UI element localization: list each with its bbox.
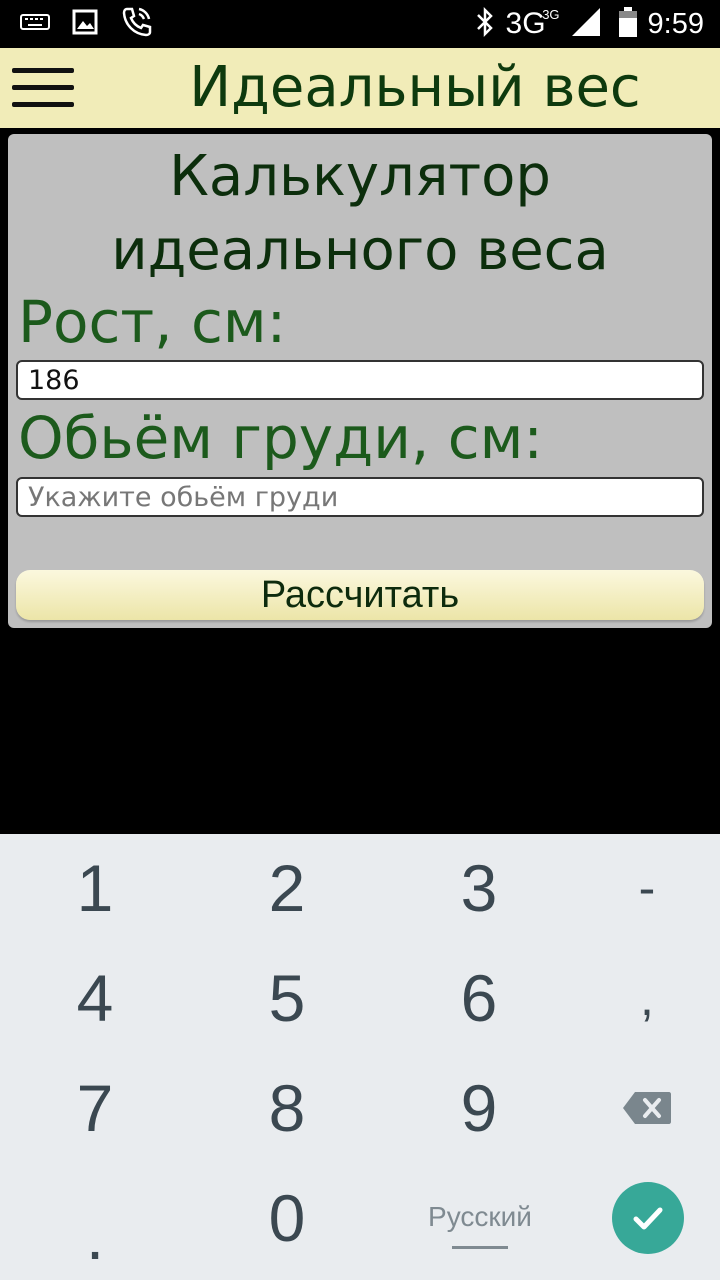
card-title-line2: идеального веса [111, 218, 609, 283]
key-dot[interactable]: . [20, 1168, 170, 1273]
calculator-card: Калькулятор идеального веса Рост, см: Об… [8, 134, 712, 628]
key-2[interactable]: 2 [212, 838, 362, 938]
key-dot-label: . [85, 1199, 105, 1273]
height-input[interactable] [16, 360, 704, 400]
key-7[interactable]: 7 [20, 1058, 170, 1158]
calculate-button[interactable]: Рассчитать [16, 570, 704, 620]
network-type: 3G 3G [505, 7, 560, 40]
status-right-icons: 3G 3G 9:59 [474, 6, 704, 42]
app-title: Идеальный вес [189, 55, 641, 120]
key-8[interactable]: 8 [212, 1058, 362, 1158]
chest-input[interactable] [16, 477, 704, 517]
card-title: Калькулятор идеального веса [8, 140, 712, 288]
status-bar: 3G 3G 9:59 [0, 0, 720, 48]
key-0[interactable]: 0 [212, 1168, 362, 1268]
battery-icon [618, 6, 638, 42]
key-comma[interactable]: , [572, 948, 720, 1048]
key-3[interactable]: 3 [404, 838, 554, 938]
key-6[interactable]: 6 [404, 948, 554, 1048]
chest-label: Обьём груди, см: [18, 404, 543, 472]
keyboard-icon [20, 12, 50, 36]
key-9[interactable]: 9 [404, 1058, 554, 1158]
numeric-keyboard: 1 2 3 - 4 5 6 , 7 8 9 . 0 Русский [0, 834, 720, 1280]
language-indicator [452, 1246, 508, 1249]
app-screen: 3G 3G 9:59 Идеальный вес Калькулятор идеа… [0, 0, 720, 1280]
key-minus[interactable]: - [572, 838, 720, 938]
height-label: Рост, см: [18, 288, 287, 356]
enter-check-icon[interactable] [612, 1182, 684, 1254]
key-4[interactable]: 4 [20, 948, 170, 1048]
signal-icon [570, 6, 602, 42]
card-title-line1: Калькулятор [169, 144, 551, 209]
backspace-icon[interactable] [572, 1058, 720, 1158]
status-time: 9:59 [647, 7, 704, 40]
bluetooth-icon [474, 6, 496, 42]
menu-icon[interactable] [12, 58, 74, 118]
image-icon [72, 9, 98, 39]
key-1[interactable]: 1 [20, 838, 170, 938]
key-5[interactable]: 5 [212, 948, 362, 1048]
language-switch[interactable]: Русский [405, 1192, 555, 1252]
phone-call-icon [120, 5, 154, 43]
status-left-icons [20, 5, 154, 43]
app-bar: Идеальный вес [0, 48, 720, 128]
